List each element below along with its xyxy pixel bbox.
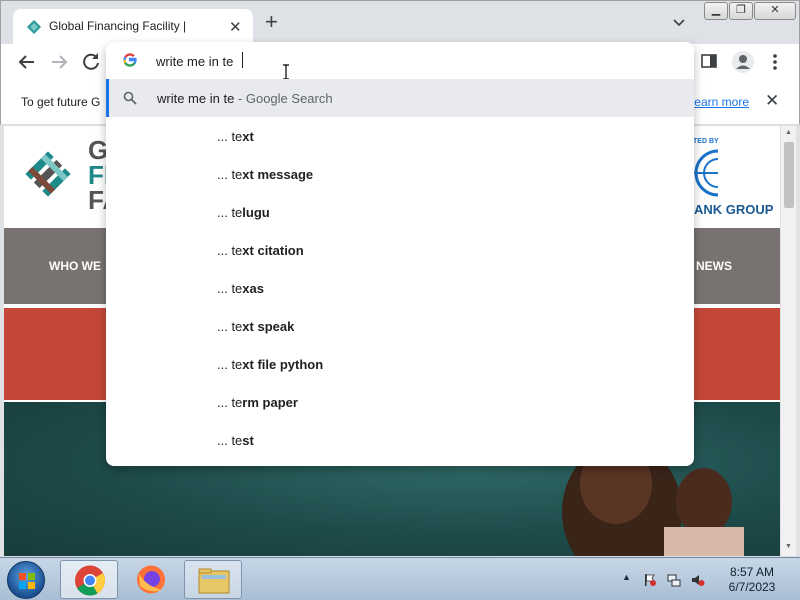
gff-favicon-icon [27,20,41,34]
info-bar-close-icon[interactable]: ✕ [765,91,779,111]
start-button[interactable] [7,561,45,599]
firefox-icon [137,565,165,594]
ibeam-cursor-icon [283,64,289,80]
action-center-flag-icon[interactable] [643,573,657,587]
scroll-down-icon[interactable]: ▼ [785,543,792,550]
tab-strip: Global Financing Facility | ✕ + ▁ ❐ ✕ [0,0,800,45]
tab-global-financing-facility[interactable]: Global Financing Facility | ✕ [13,9,253,45]
suggestion-item[interactable]: ... text citation [217,232,677,270]
tab-title: Global Financing Facility | [49,19,187,33]
network-icon[interactable] [667,573,681,587]
taskbar-explorer-button[interactable] [184,560,242,599]
reload-icon[interactable] [79,50,103,74]
scroll-up-icon[interactable]: ▲ [785,129,792,136]
window-close-button[interactable]: ✕ [754,2,796,20]
address-bar-input[interactable] [156,51,656,71]
clock-date: 6/7/2023 [728,580,776,594]
suggestion-item[interactable]: ... text speak [217,308,677,346]
tab-search-chevron-icon[interactable] [673,17,685,29]
suggestion-item[interactable]: ... telugu [217,194,677,232]
world-bank-group-text: ANK GROUP [694,202,774,217]
suggestion-text: write me in te - Google Search [157,91,333,106]
taskbar-chrome-button[interactable] [60,560,118,599]
page-scrollbar[interactable]: ▲ ▼ [780,126,796,556]
learn-more-link[interactable]: earn more [685,95,749,109]
new-tab-plus-icon[interactable]: + [265,11,278,33]
gff-logo-icon [25,151,71,197]
suggestion-item[interactable]: ... text file python [217,346,677,384]
nav-news[interactable]: NEWS [696,259,732,273]
google-g-icon [123,53,137,67]
volume-muted-icon[interactable] [691,573,705,587]
info-bar-text: To get future G [21,95,101,109]
kebab-menu-icon[interactable] [769,52,781,72]
clock-time: 8:57 AM [729,565,775,579]
windows-taskbar: ▲ 8:57 AM 6/7/2023 [0,557,800,600]
suggestion-item[interactable]: ... term paper [217,384,677,422]
tab-close-icon[interactable]: ✕ [229,18,242,36]
profile-avatar-icon[interactable] [732,51,754,73]
window-minimize-button[interactable]: ▁ [704,2,728,20]
forward-arrow-icon[interactable] [47,50,71,74]
folder-icon [198,568,230,594]
world-bank-globe-icon [694,149,718,197]
system-clock[interactable]: 8:57 AM 6/7/2023 [722,565,782,595]
suggestion-item[interactable]: ... text message [217,156,677,194]
taskbar-firefox-button[interactable] [122,560,180,599]
omnibox-input-row[interactable] [106,42,694,80]
text-caret [242,52,243,68]
suggestion-google-search[interactable]: write me in te - Google Search [106,79,694,117]
suggestion-item[interactable]: ... text [217,118,677,156]
suggestion-item[interactable]: ... texas [217,270,677,308]
tray-expand-icon[interactable]: ▲ [622,572,631,582]
back-arrow-icon[interactable] [15,50,39,74]
window-maximize-button[interactable]: ❐ [729,2,753,20]
omnibox-dropdown: write me in te - Google Search ... text … [106,42,694,466]
world-bank-tagline: TED BY [693,138,719,145]
chrome-icon [75,565,106,596]
scrollbar-thumb[interactable] [784,142,794,208]
nav-who-we[interactable]: WHO WE [49,259,101,273]
search-icon [123,91,137,105]
side-panel-icon[interactable] [701,53,717,69]
windows-logo-icon [19,573,35,589]
suggestion-item[interactable]: ... test [217,422,677,460]
